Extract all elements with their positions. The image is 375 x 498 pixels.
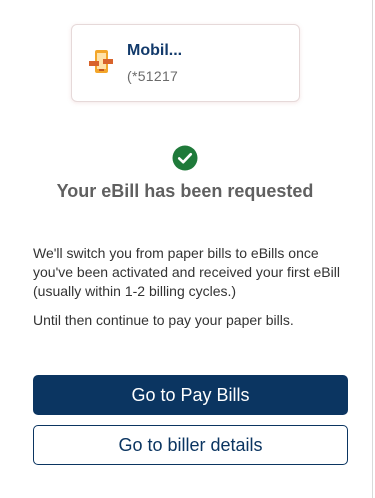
go-to-biller-details-button[interactable]: Go to biller details: [33, 425, 348, 465]
confirmation-headline: Your eBill has been requested: [56, 181, 314, 201]
check-circle-icon: [172, 145, 198, 171]
scrollbar-divider: [372, 0, 373, 498]
ebill-info-paragraph: We'll switch you from paper bills to eBi…: [33, 245, 340, 299]
ebill-confirmation-page: Mobil... (*51217 Your eBill has been req…: [0, 0, 375, 498]
paper-bill-note: Until then continue to pay your paper bi…: [33, 312, 294, 328]
biller-account-number: (*51217: [127, 68, 179, 84]
biller-name: Mobil...: [127, 42, 183, 59]
go-to-pay-bills-button[interactable]: Go to Pay Bills: [33, 375, 348, 415]
mobil-logo-icon: [88, 49, 114, 75]
biller-card[interactable]: Mobil... (*51217: [71, 24, 300, 102]
